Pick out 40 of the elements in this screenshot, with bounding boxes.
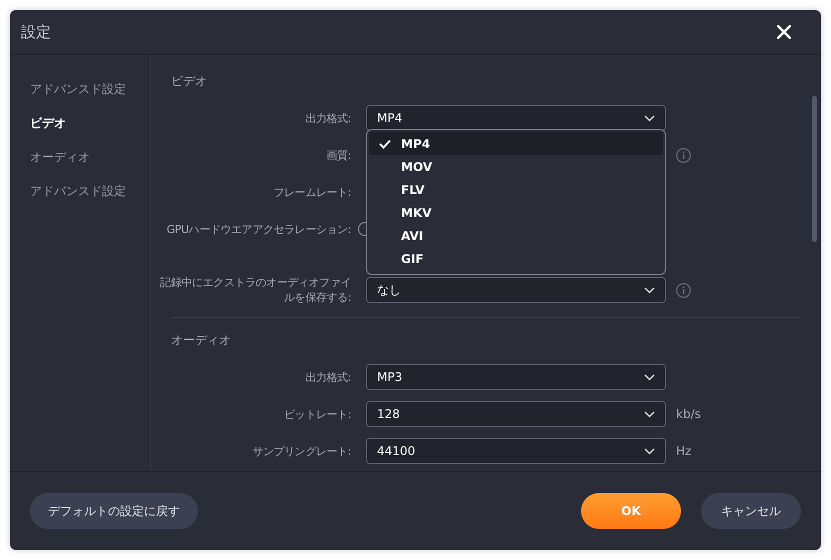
field-label: サンプリングレート: [251, 444, 351, 458]
info-icon[interactable] [676, 282, 691, 298]
sidebar-item[interactable]: オーディオ [10, 147, 150, 167]
chevron-down-icon [644, 114, 655, 122]
dropdown-select[interactable]: MP4 [366, 105, 666, 131]
menu-option[interactable]: FLV [369, 178, 663, 201]
section-title: ビデオ [171, 73, 208, 90]
dropdown-select[interactable]: なし [366, 277, 666, 303]
sidebar-item[interactable]: ビデオ [10, 113, 150, 133]
checkmark-icon [379, 138, 391, 148]
field-label: 出力格式: [304, 370, 351, 384]
menu-option[interactable]: MOV [369, 155, 663, 178]
menu-option[interactable]: GIF [369, 247, 663, 270]
menu-option[interactable]: MKV [369, 201, 663, 224]
field-label: 出力格式: [304, 110, 351, 126]
field-label: 画質: [325, 148, 351, 162]
chevron-down-icon [644, 410, 655, 418]
info-icon[interactable] [676, 148, 691, 162]
footer-button[interactable]: デフォルトの設定に戻す [30, 493, 198, 529]
unit-label: kb/s [676, 407, 701, 421]
close-icon[interactable] [777, 25, 791, 39]
dropdown-select[interactable]: MP3 [366, 364, 666, 390]
chevron-down-icon [644, 286, 655, 294]
field-label: 記録中にエクストラのオーディオファイルを保存する: [159, 275, 351, 305]
unit-label: Hz [676, 444, 692, 458]
chevron-down-icon [644, 374, 655, 380]
footer-button[interactable]: キャンセル [701, 493, 801, 529]
dropdown-select[interactable]: 44100 [366, 438, 666, 464]
menu-option[interactable]: MP4 [369, 132, 663, 155]
menu-option[interactable]: AVI [369, 224, 663, 247]
sidebar-item[interactable]: アドバンスド設定 [10, 181, 150, 201]
sidebar-item[interactable]: アドバンスド設定 [10, 79, 150, 99]
field-label: GPUハードウエアアクセラレーション: [166, 222, 351, 236]
chevron-down-icon [644, 448, 655, 454]
field-label: ビットレート: [283, 406, 351, 422]
field-label: フレームレート: [272, 184, 351, 200]
section-title: オーディオ [171, 332, 232, 349]
scrollbar-thumb[interactable] [812, 96, 817, 242]
window-title: 設定 [21, 22, 51, 42]
dropdown-select[interactable]: 128 [366, 401, 666, 427]
